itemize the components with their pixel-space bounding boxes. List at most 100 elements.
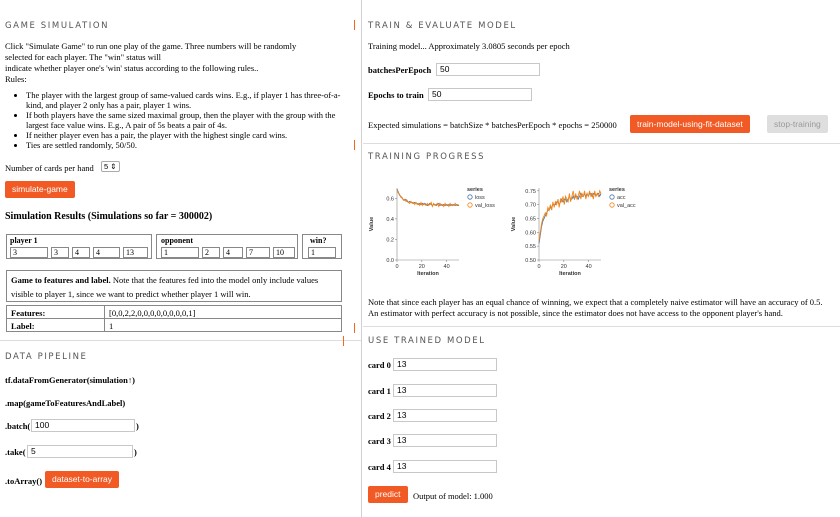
description-line-3: indicate whether player one's 'win' stat… [5,63,259,73]
simulate-game-button[interactable]: simulate-game [5,181,75,198]
y-tick-label: 0.4 [386,217,394,223]
x-tick-label: 0 [395,264,398,270]
card-2-label: card 2 [368,411,391,421]
model-output: Output of model: 1.000 [413,491,493,501]
series-line-loss [396,188,459,207]
opponent-card: 1 [161,247,199,258]
legend-label: loss [475,195,485,201]
game-simulation-title: GAME SIMULATION [5,21,110,31]
x-axis-label: Iteration [417,271,439,277]
legend-symbol [609,202,615,208]
features-label: Features: [11,308,46,318]
card-4-input[interactable]: 13 [393,460,497,473]
batch-close-paren: ) [136,421,139,431]
training-progress-title: TRAINING PROGRESS [368,152,486,162]
player1-card: 4 [93,247,120,258]
section-marker [354,323,355,333]
train-model-button[interactable]: train-model-using-fit-dataset [630,115,750,133]
y-axis-label: Value [511,217,517,231]
use-model-title: USE TRAINED MODEL [368,336,486,346]
y-tick-label: 0.6 [386,196,394,202]
batch-input[interactable]: 100 [31,419,135,432]
legend-symbol [609,194,615,200]
training-status: Training model... Approximately 3.0805 s… [368,41,570,51]
y-tick-label: 0.65 [525,216,536,222]
dataset-to-array-button[interactable]: dataset-to-array [45,471,119,488]
features-note: Game to features and label. Note that th… [11,275,318,285]
rules-list: The player with the largest group of sam… [14,90,354,150]
section-marker [354,20,355,30]
num-cards-label: Number of cards per hand [5,163,94,173]
features-note-bold: Game to features and label. [11,275,111,285]
features-note-line2: visible to player 1, since we want to pr… [11,289,251,299]
features-table-col-divider [104,305,105,332]
y-tick-label: 0.55 [525,244,536,250]
legend-symbol [467,202,473,208]
y-tick-label: 0.75 [525,189,536,195]
pipeline-line-1: tf.dataFromGenerator(simulation↑) [5,375,135,385]
opponent-card: 10 [273,247,295,258]
win-value: 1 [308,247,336,258]
take-close-paren: ) [134,447,137,457]
opponent-card: 2 [202,247,220,258]
win-label: win? [310,236,327,245]
note-line-1: Note that since each player has an equal… [368,297,823,307]
player1-card: 3 [10,247,48,258]
series-line-acc [538,192,602,244]
stop-training-button[interactable]: stop-training [767,115,828,133]
description-line-2: selected for each player. The "win" stat… [5,52,161,62]
x-axis-label: Iteration [559,271,581,277]
batches-per-epoch-input[interactable]: 50 [436,63,540,76]
batches-per-epoch-label: batchesPerEpoch [368,65,432,75]
epochs-input[interactable]: 50 [428,88,532,101]
opponent-label: opponent [161,236,194,245]
legend-symbol [467,194,473,200]
simulation-results-title: Simulation Results (Simulations so far =… [5,211,213,222]
legend-title: series [467,187,483,193]
card-1-input[interactable]: 13 [393,384,497,397]
rule-item: If both players have the same sized maxi… [26,110,354,130]
data-pipeline-title: DATA PIPELINE [5,352,88,362]
card-3-input[interactable]: 13 [393,434,497,447]
y-axis-label: Value [369,217,375,231]
take-label: .take( [5,447,26,457]
loss-chart: 0.0 0.2 0.4 0.6 0 20 40 Iteration Value series los… [369,187,495,277]
accuracy-chart: 0.50 0.55 0.60 0.65 0.70 0.75 0 20 40 Iteration Va… [511,187,636,277]
card-0-label: card 0 [368,360,391,370]
batch-label: .batch( [5,421,31,431]
series-line-val_loss [396,189,460,208]
column-divider [361,0,362,517]
y-tick-label: 0.2 [386,237,394,243]
description-line-1: Click "Simulate Game" to run one play of… [5,41,297,51]
y-tick-label: 0.50 [525,258,536,264]
card-0-input[interactable]: 13 [393,358,497,371]
features-table-divider [6,318,342,319]
note-line-2: An estimator with perfect accuracy is no… [368,308,783,318]
take-input[interactable]: 5 [27,445,133,458]
player1-label: player 1 [10,236,38,245]
x-tick-label: 20 [561,264,567,270]
player1-card: 13 [123,247,148,258]
legend-title: series [609,187,625,193]
num-cards-value: 5 [104,162,109,171]
x-tick-label: 40 [444,264,450,270]
card-3-label: card 3 [368,436,391,446]
legend-label: val_loss [475,203,495,209]
pipeline-line-2: .map(gameToFeaturesAndLabel) [5,398,126,408]
num-cards-select[interactable]: 5 ⇕ [101,161,120,172]
label-value: 1 [109,321,114,331]
train-evaluate-title: TRAIN & EVALUATE MODEL [368,21,517,31]
features-value: [0,0,2,2,0,0,0,0,0,0,0,0,1] [109,308,196,318]
opponent-card: 4 [223,247,243,258]
rules-label: Rules: [5,74,27,84]
player1-card: 3 [51,247,69,258]
y-tick-label: 0.0 [386,258,394,264]
legend-label: acc [617,195,626,201]
card-1-label: card 1 [368,386,391,396]
section-divider [0,340,361,341]
predict-button[interactable]: predict [368,486,408,503]
section-divider [363,326,840,327]
label-label: Label: [11,321,35,331]
epochs-label: Epochs to train [368,90,424,100]
card-2-input[interactable]: 13 [393,409,497,422]
